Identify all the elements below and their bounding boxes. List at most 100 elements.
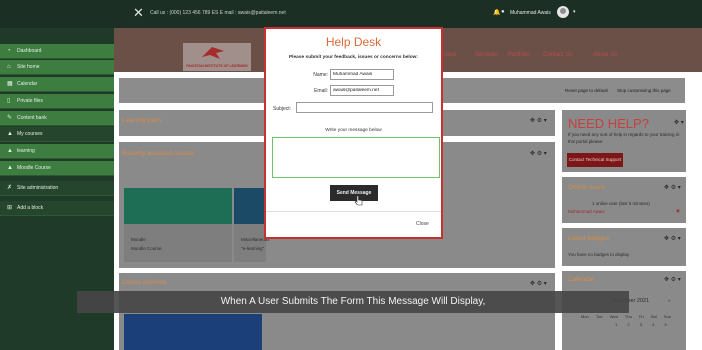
graduation-icon: ▲ [7,131,13,137]
nav-link-about[interactable]: About Us [593,52,618,58]
stop-customising-button[interactable]: Stop customising this page [617,88,671,93]
help-desk-modal: Help Desk Please submit your feedback, i… [264,27,443,239]
graduation-icon: ▲ [7,165,13,171]
sidebar-item-label: Moodle Course [17,165,51,171]
message-textarea[interactable] [272,137,440,178]
latest-badges-block [562,228,686,266]
nav-link-contact[interactable]: Contact Us [543,52,573,58]
calendar-day-thu: Thu [624,314,632,319]
block-controls-icon[interactable]: ✥ ▾ [674,119,684,126]
block-controls-icon[interactable]: ✥ ⚙ ▾ [664,235,681,242]
email-field[interactable] [330,85,394,96]
nav-link-portfolio[interactable]: Portfolio [508,52,530,58]
block-controls-icon[interactable]: ✥ ⚙ ▾ [530,117,547,124]
course-name[interactable]: "e-learning" [241,246,264,251]
sidebar-item-calendar[interactable]: ▦ Calendar [0,77,114,92]
calendar-date[interactable]: 5 [664,322,666,327]
block-title: Course overview [122,280,167,286]
graduation-icon: ▲ [7,148,13,154]
sidebar-item-my-courses[interactable]: ▲ My courses [0,127,114,142]
calendar-icon: ▦ [7,81,13,87]
eye-icon[interactable]: ◉ [676,208,680,214]
logo-bird-icon [202,47,224,59]
message-label: Write your message below [325,128,382,133]
course-tile-image[interactable] [234,188,266,224]
name-field[interactable] [330,69,394,80]
course-tile-image[interactable] [124,188,232,224]
sidebar-item-label: My courses [17,131,43,137]
sidebar-item-label: Site administration [17,185,59,191]
subject-field[interactable] [296,102,433,113]
pencil-icon: ✎ [7,115,13,121]
dashboard-icon: ◔ [7,48,11,54]
contact-support-button[interactable]: Contact Technical Support [567,153,623,167]
calendar-weekdays: Mon Tue Wed Thu Fri Sat Sun [581,314,671,319]
sidebar-item-dashboard[interactable]: ◔ Dashboard [0,44,114,59]
latest-badges-title: Latest badges [568,235,609,242]
file-icon: ▯ [7,98,11,104]
sidebar-item-private-files[interactable]: ▯ Private files [0,94,114,109]
email-label: Email: [314,88,328,94]
sidebar-item-label: Add a block [17,205,44,211]
chevron-right-icon[interactable]: » [668,298,671,303]
calendar-day-tue: Tue [595,314,603,319]
course-category: Moodle [131,237,146,242]
sidebar-item-add-block[interactable]: ⊞ Add a block [0,201,114,216]
calendar-date[interactable]: 4 [652,322,654,327]
modal-subtitle: Please submit your feedback, issues or c… [288,55,419,60]
reset-page-button[interactable]: Reset page to default [565,88,608,93]
screen: ✕ Call us : (000) 123 456 789 ES E mail … [0,0,702,350]
hand-cursor-icon [354,195,363,206]
sidebar-item-label: Site home [17,64,40,70]
calendar-day-mon: Mon [581,314,589,319]
course-card[interactable] [234,224,266,262]
video-caption: When A User Submits The Form This Messag… [77,291,629,313]
need-help-text: If you need any sort of help in regards … [568,132,680,144]
calendar-day-sat: Sat [650,314,657,319]
sidebar-item-learning[interactable]: ▲ learning [0,144,114,159]
course-tile-image[interactable] [124,314,262,350]
need-help-title: NEED HELP? [568,116,649,131]
logo-text: PAKISTAN INSTITUTE OF LEARNING [186,64,248,68]
sidebar-item-label: Dashboard [17,48,42,54]
subject-label: Subject: [273,106,292,112]
sidebar-item-site-home[interactable]: ⌂ Site home [0,60,114,75]
modal-divider [266,211,441,212]
block-title: Recently accessed courses [122,151,196,157]
nav-link-services[interactable]: Services [475,52,498,58]
sidebar-item-label: Calendar [17,81,38,87]
chevron-down-icon[interactable]: ▾ [573,9,576,15]
bell-icon[interactable]: 🔔 [493,9,500,16]
wrench-icon: ✗ [7,185,13,191]
calendar-day-sun: Sun [663,314,671,319]
sidebar-item-moodle-course[interactable]: ▲ Moodle Course [0,161,114,176]
block-controls-icon[interactable]: ✥ ⚙ ▾ [530,280,547,287]
calendar-week-row: 1 2 3 4 5 [615,322,667,327]
close-button[interactable]: Close [416,221,429,227]
contact-info: Call us : (000) 123 456 789 ES E mail : … [150,10,286,16]
block-title: Learning plans [122,118,162,124]
online-users-info: 1 online user (last 5 minutes) [592,201,650,206]
sidebar-item-label: learning [17,148,35,154]
course-card[interactable] [124,224,232,262]
block-controls-icon[interactable]: ✥ ⚙ ▾ [664,184,681,191]
avatar[interactable] [557,6,569,18]
sidebar-item-label: Private files [17,98,43,104]
online-users-title: Online users [568,184,605,191]
calendar-date[interactable]: 3 [640,322,642,327]
online-user-link[interactable]: Muhammad Awais [568,209,605,214]
sidebar-item-content-bank[interactable]: ✎ Content bank [0,111,114,126]
user-name[interactable]: Muhammad Awais [510,10,551,16]
block-controls-icon[interactable]: ✥ ⚙ ▾ [664,276,681,283]
calendar-date[interactable]: 1 [615,322,617,327]
calendar-day-fri: Fri [638,314,644,319]
calendar-date[interactable]: 2 [627,322,629,327]
sidebar-item-label: Content bank [17,115,47,121]
top-bar: ✕ Call us : (000) 123 456 789 ES E mail … [0,0,702,28]
calendar-day-wed: Wed [609,314,618,319]
sidebar-item-site-administration[interactable]: ✗ Site administration [0,181,114,196]
block-controls-icon[interactable]: ✥ ⚙ ▾ [530,150,547,157]
course-name[interactable]: Moodle Course [131,246,162,251]
close-icon[interactable]: ✕ [133,6,144,20]
chat-icon[interactable]: ● [501,9,505,15]
